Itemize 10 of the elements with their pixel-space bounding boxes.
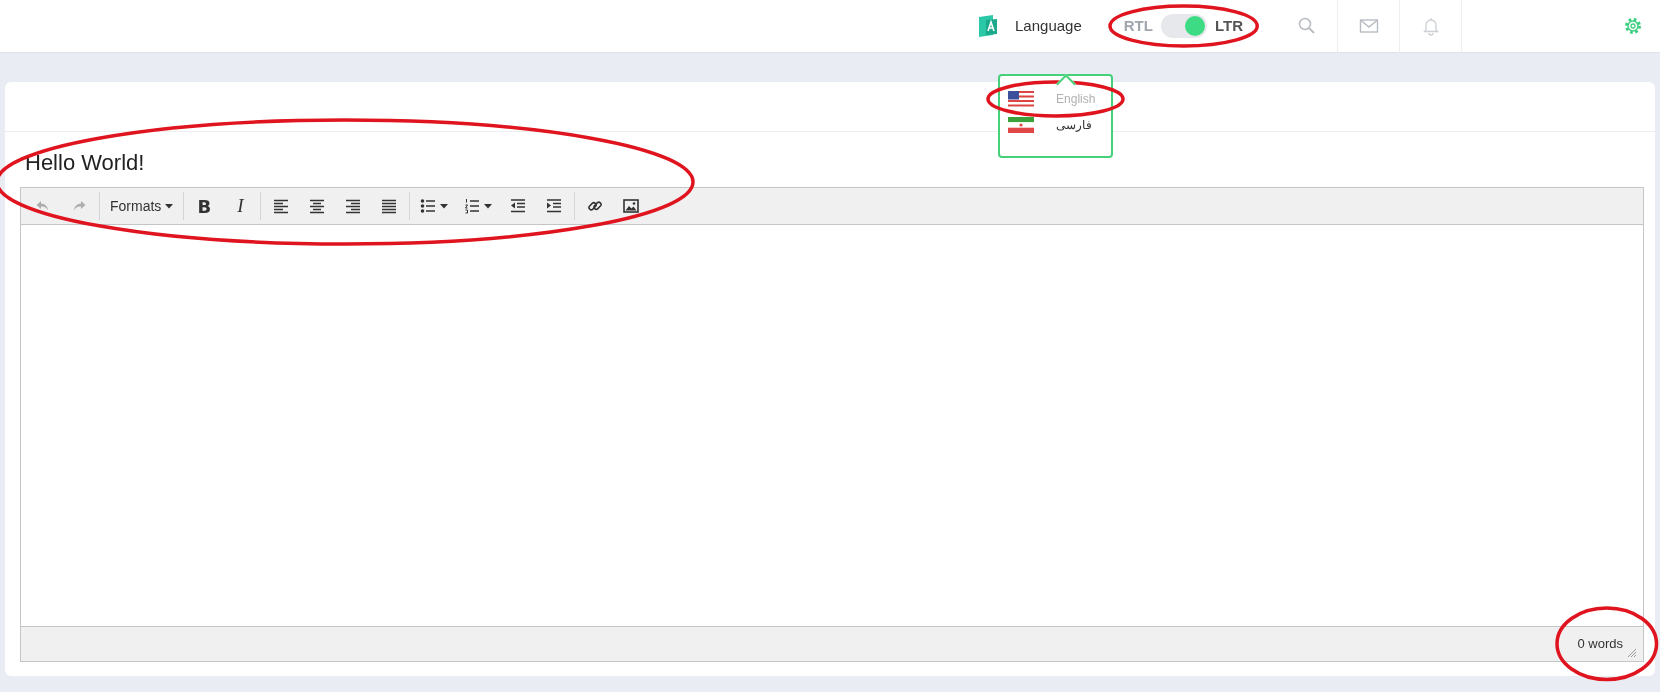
- language-option[interactable]: فارسی: [1000, 112, 1112, 138]
- italic-button[interactable]: I: [222, 191, 259, 221]
- rich-text-editor[interactable]: Formats B I 0 words: [20, 187, 1644, 662]
- rtl-label: RTL: [1123, 15, 1153, 36]
- formats-dropdown[interactable]: Formats: [102, 191, 182, 221]
- language-menu-link[interactable]: Language: [1015, 14, 1082, 38]
- word-count: 0 words: [1577, 635, 1623, 654]
- editor-heading: Hello World!: [25, 149, 145, 177]
- bold-button[interactable]: B: [186, 191, 223, 221]
- ltr-label: LTR: [1214, 15, 1243, 36]
